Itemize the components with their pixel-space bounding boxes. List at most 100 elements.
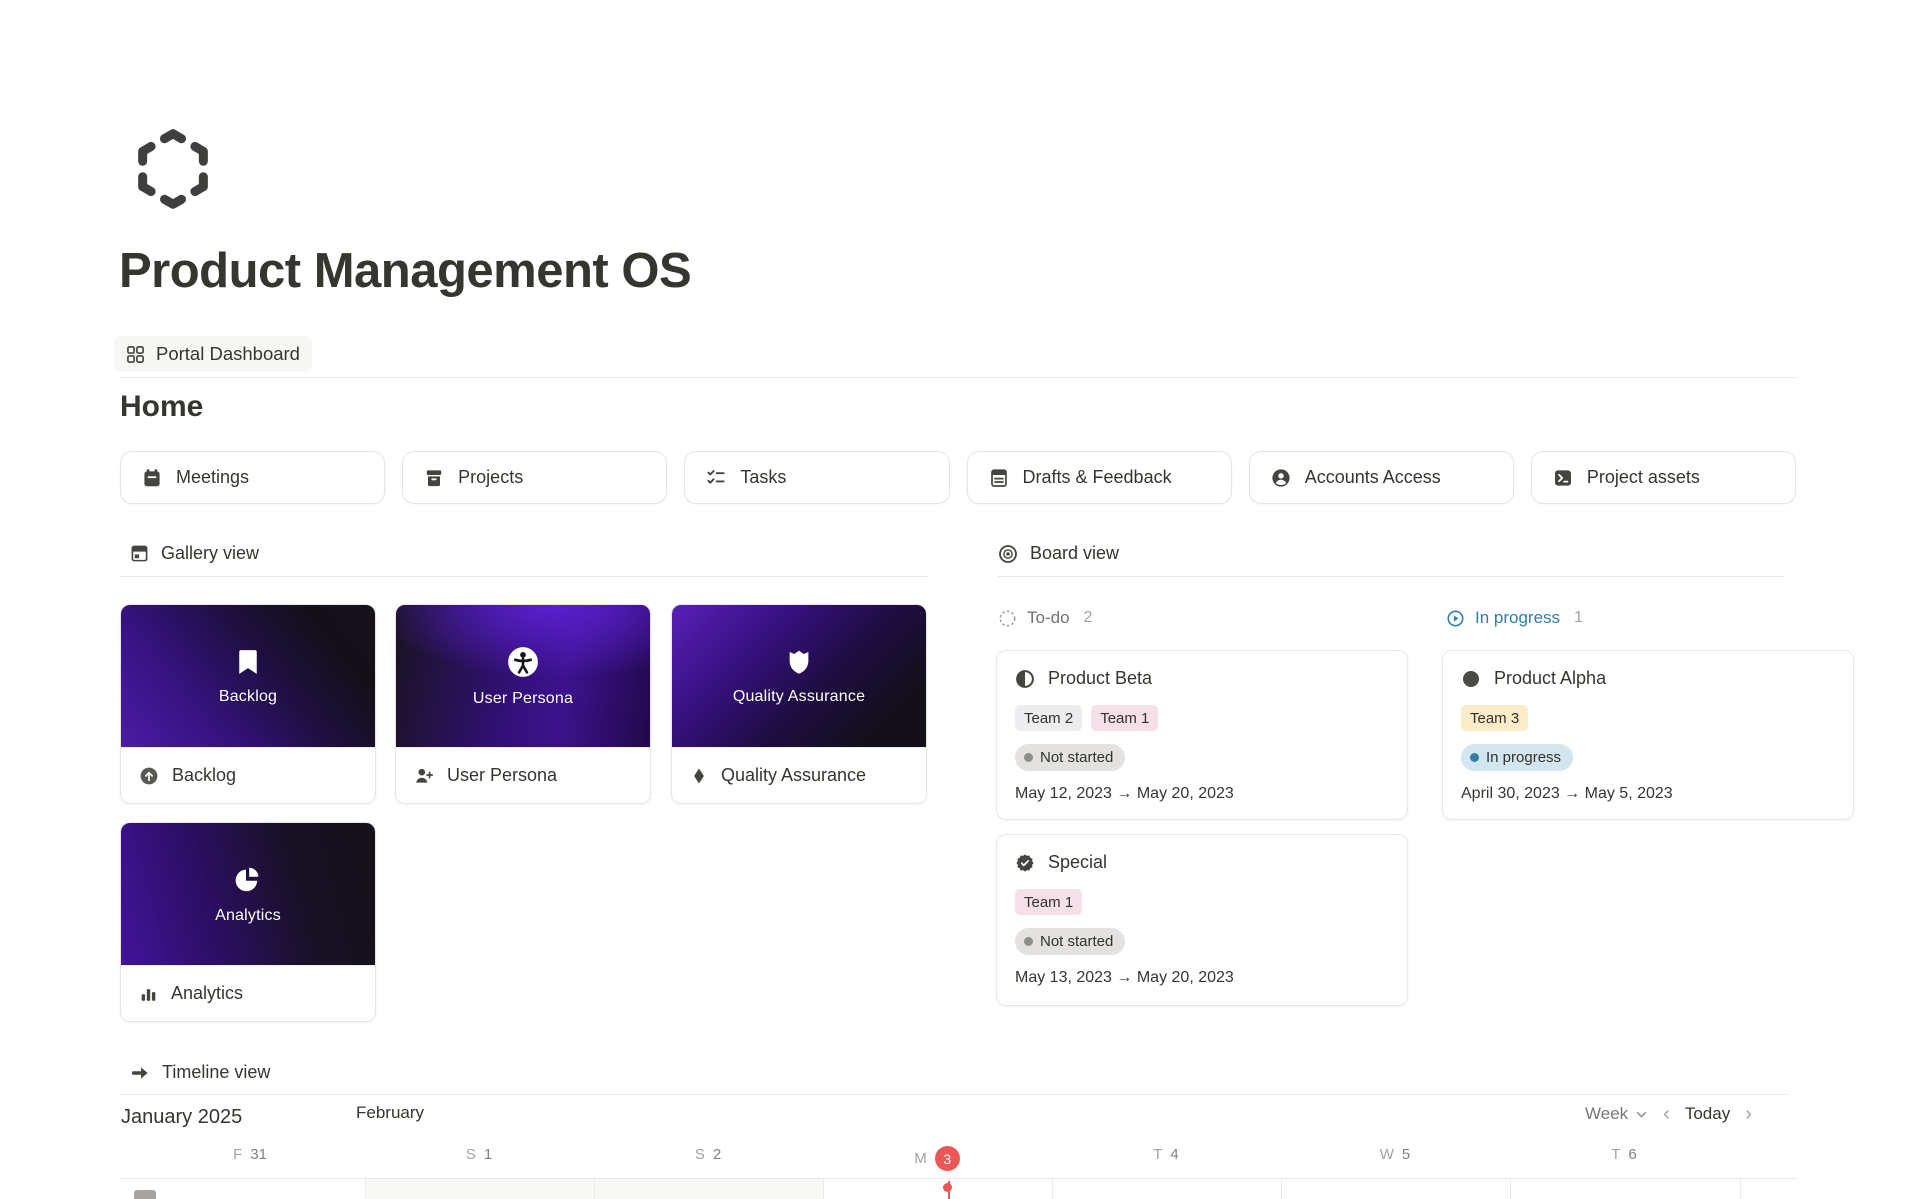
board-view-icon — [998, 544, 1018, 564]
tag-team-1: Team 1 — [1015, 889, 1082, 915]
accessibility-icon — [506, 645, 540, 679]
timeline-day-row: F31 S1 S2 M 3 T4 W5 T6 — [120, 1146, 1797, 1172]
column-name: To-do — [1027, 608, 1070, 628]
meetings-button[interactable]: Meetings — [120, 451, 385, 504]
tab-gallery-view[interactable]: Gallery view — [130, 543, 259, 564]
timeline-month-label: January 2025 — [121, 1106, 242, 1129]
filled-circle-icon — [1461, 669, 1481, 689]
timeline-controls: Week ‹ Today › — [1585, 1104, 1752, 1124]
status-dot — [1024, 753, 1033, 762]
gallery-divider — [120, 576, 928, 577]
quick-links-row: Meetings Projects Tasks Drafts & Feedbac… — [120, 451, 1796, 504]
gallery-card-title: Quality Assurance — [721, 765, 866, 786]
tag-team-2: Team 2 — [1015, 705, 1082, 731]
gallery-card-backlog[interactable]: Backlog Backlog — [120, 604, 376, 804]
board-column-in-progress[interactable]: In progress 1 — [1446, 608, 1583, 628]
chevron-down-icon — [1635, 1108, 1648, 1121]
pie-chart-icon — [232, 864, 264, 896]
prev-button[interactable]: ‹ — [1663, 1104, 1670, 1124]
timeline-grid — [120, 1178, 1797, 1199]
board-column-todo[interactable]: To-do 2 — [998, 608, 1092, 628]
breadcrumb-label: Portal Dashboard — [156, 343, 300, 365]
arrow-right-icon — [130, 1063, 150, 1083]
cover-label: User Persona — [473, 690, 573, 708]
section-header-label: Gallery view — [161, 543, 259, 564]
play-circle-icon — [1446, 609, 1465, 628]
section-header-label: Timeline view — [162, 1062, 270, 1083]
drafts-feedback-button[interactable]: Drafts & Feedback — [967, 451, 1232, 504]
gallery-card-title: User Persona — [447, 765, 557, 786]
today-line-dot — [943, 1183, 952, 1192]
bookmark-icon — [233, 647, 263, 677]
status-badge: Not started — [1015, 928, 1125, 955]
terminal-icon — [1553, 468, 1573, 488]
nav-button-label: Tasks — [740, 467, 786, 488]
person-circle-icon — [1271, 468, 1291, 488]
gallery-card-title: Backlog — [172, 765, 236, 786]
gallery-card-cover: Analytics — [121, 823, 375, 965]
gallery-card-analytics[interactable]: Analytics Analytics — [120, 822, 376, 1022]
project-assets-button[interactable]: Project assets — [1531, 451, 1796, 504]
nav-button-label: Project assets — [1587, 467, 1700, 488]
day-f-31: F31 — [190, 1146, 310, 1163]
day-t-4: T4 — [1106, 1146, 1226, 1163]
tab-portal-dashboard[interactable]: Portal Dashboard — [114, 336, 312, 372]
gallery-card-quality-assurance[interactable]: Quality Assurance Quality Assurance — [671, 604, 927, 804]
badge-check-icon — [1015, 853, 1035, 873]
diamond-icon — [690, 767, 708, 785]
status-badge: Not started — [1015, 744, 1125, 771]
board-card-product-beta[interactable]: Product Beta Team 2 Team 1 Not started M… — [996, 650, 1408, 820]
home-heading: Home — [120, 390, 203, 424]
hexagon-logo-icon — [132, 128, 214, 210]
accounts-access-button[interactable]: Accounts Access — [1249, 451, 1514, 504]
next-button[interactable]: › — [1745, 1104, 1752, 1124]
page-title: Product Management OS — [119, 243, 691, 299]
status-badge: In progress — [1461, 744, 1573, 771]
card-dates: May 13, 2023 → May 20, 2023 — [1015, 969, 1389, 987]
day-s-1: S1 — [419, 1146, 539, 1163]
shield-icon — [784, 647, 814, 677]
gallery-card-title: Analytics — [171, 983, 243, 1004]
today-button[interactable]: Today — [1685, 1104, 1730, 1124]
gallery-card-cover: Quality Assurance — [672, 605, 926, 747]
nav-button-label: Meetings — [176, 467, 249, 488]
header-divider — [120, 377, 1797, 378]
nav-button-label: Drafts & Feedback — [1023, 467, 1172, 488]
column-count: 2 — [1084, 609, 1093, 627]
timeline-item-icon[interactable] — [134, 1190, 156, 1199]
gallery-card-cover: Backlog — [121, 605, 375, 747]
board-card-special[interactable]: Special Team 1 Not started May 13, 2023 … — [996, 834, 1408, 1006]
today-marker: 3 — [935, 1146, 960, 1171]
tasks-button[interactable]: Tasks — [684, 451, 949, 504]
cover-label: Quality Assurance — [733, 688, 865, 706]
gallery-view-icon — [130, 544, 149, 563]
tab-timeline-view[interactable]: Timeline view — [130, 1062, 270, 1083]
tab-board-view[interactable]: Board view — [998, 543, 1119, 564]
nav-button-label: Accounts Access — [1305, 467, 1441, 488]
column-count: 1 — [1574, 609, 1583, 627]
projects-button[interactable]: Projects — [402, 451, 667, 504]
dashed-circle-icon — [998, 609, 1017, 628]
person-add-icon — [414, 766, 434, 786]
gallery-card-cover: User Persona — [396, 605, 650, 747]
tag-team-1: Team 1 — [1091, 705, 1158, 731]
board-card-product-alpha[interactable]: Product Alpha Team 3 In progress April 3… — [1442, 650, 1854, 820]
arrow-up-circle-icon — [139, 766, 159, 786]
clipboard-icon — [989, 468, 1009, 488]
card-dates: April 30, 2023 → May 5, 2023 — [1461, 785, 1835, 803]
tag-team-3: Team 3 — [1461, 705, 1528, 731]
timeline-divider — [120, 1094, 1788, 1095]
gallery-card-user-persona[interactable]: User Persona User Persona — [395, 604, 651, 804]
board-divider — [998, 576, 1784, 577]
section-header-label: Board view — [1030, 543, 1119, 564]
range-dropdown[interactable]: Week — [1585, 1104, 1648, 1124]
card-dates: May 12, 2023 → May 20, 2023 — [1015, 785, 1389, 803]
workspace-logo — [132, 128, 214, 214]
half-circle-icon — [1015, 669, 1035, 689]
card-title: Product Beta — [1048, 668, 1152, 689]
grid-icon — [126, 345, 145, 364]
card-title: Special — [1048, 852, 1107, 873]
archive-box-icon — [424, 468, 444, 488]
cover-label: Analytics — [215, 907, 281, 925]
day-t-6: T6 — [1564, 1146, 1684, 1163]
